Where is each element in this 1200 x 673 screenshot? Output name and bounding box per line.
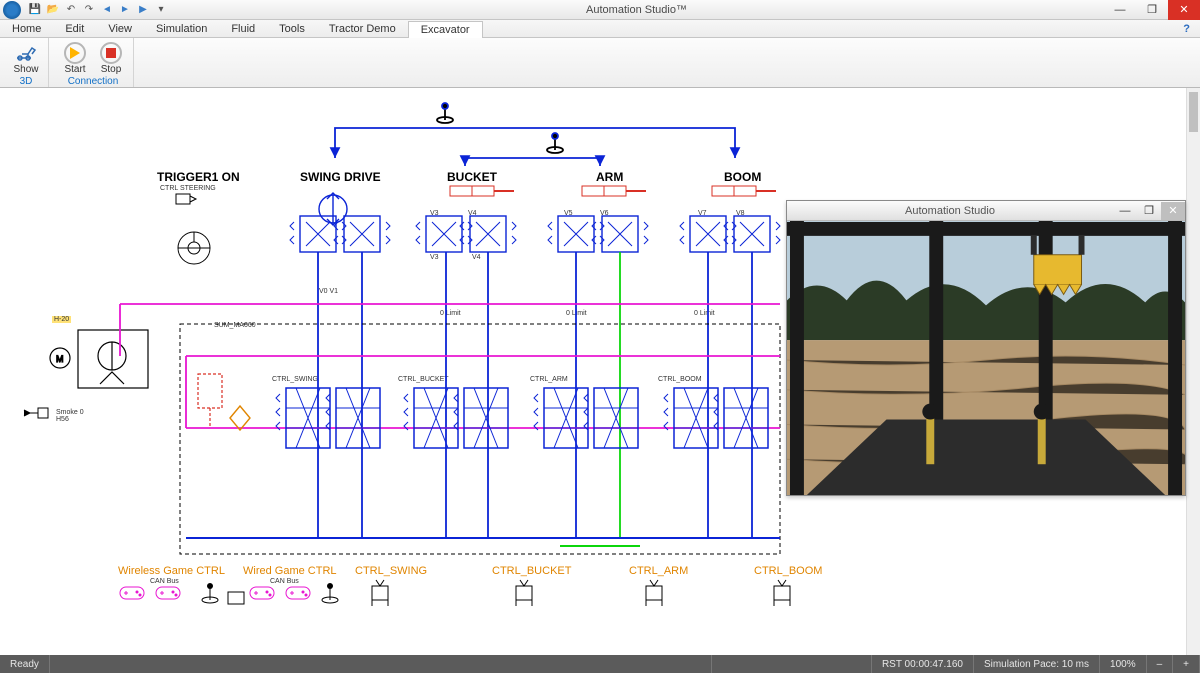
- maximize-button[interactable]: ❐: [1136, 0, 1168, 20]
- tab-excavator[interactable]: Excavator: [408, 21, 483, 38]
- close-button[interactable]: ✕: [1168, 0, 1200, 20]
- group-connection-label: Connection: [68, 76, 119, 87]
- app-logo: [3, 1, 21, 19]
- tab-simulation[interactable]: Simulation: [144, 20, 219, 37]
- play-icon: [64, 42, 86, 64]
- minimize-button[interactable]: —: [1104, 0, 1136, 20]
- sim-3d-maximize[interactable]: ❐: [1137, 202, 1161, 220]
- tab-fluid[interactable]: Fluid: [219, 20, 267, 37]
- qat-prev-icon[interactable]: ◄: [99, 2, 115, 18]
- qat-undo-icon[interactable]: ↶: [63, 2, 79, 18]
- status-pace: Simulation Pace: 10 ms: [974, 655, 1100, 673]
- svg-text:M: M: [56, 354, 64, 364]
- tab-home[interactable]: Home: [0, 20, 53, 37]
- start-label: Start: [64, 64, 85, 75]
- tab-tractor-demo[interactable]: Tractor Demo: [317, 20, 408, 37]
- status-zoom-out[interactable]: –: [1147, 655, 1174, 673]
- status-zoom[interactable]: 100%: [1100, 655, 1147, 673]
- excavator-icon: [15, 42, 37, 64]
- stop-label: Stop: [101, 64, 122, 75]
- qat-next-icon[interactable]: ►: [117, 2, 133, 18]
- stop-button[interactable]: Stop: [95, 42, 127, 75]
- sim-3d-close[interactable]: ✕: [1161, 202, 1185, 220]
- status-zoom-in[interactable]: +: [1173, 655, 1200, 673]
- tab-view[interactable]: View: [96, 20, 144, 37]
- start-button[interactable]: Start: [59, 42, 91, 75]
- show-label: Show: [13, 64, 38, 75]
- sim-3d-window[interactable]: Automation Studio — ❐ ✕: [786, 200, 1186, 496]
- qat-open-icon[interactable]: 📂: [45, 2, 61, 18]
- ribbon-group-connection: Start Stop Connection: [53, 38, 134, 87]
- app-title: Automation Studio™: [169, 4, 1104, 16]
- show-button[interactable]: Show: [10, 42, 42, 75]
- qat-save-icon[interactable]: 💾: [27, 2, 43, 18]
- quick-access-toolbar: 💾 📂 ↶ ↷ ◄ ► ▶ ▾: [27, 2, 169, 18]
- qat-redo-icon[interactable]: ↷: [81, 2, 97, 18]
- titlebar: 💾 📂 ↶ ↷ ◄ ► ▶ ▾ Automation Studio™ — ❐ ✕: [0, 0, 1200, 20]
- group-3d-label: 3D: [20, 76, 33, 87]
- status-ready: Ready: [0, 655, 50, 673]
- ribbon: Show 3D Start Stop Connection: [0, 38, 1200, 88]
- sim-3d-titlebar[interactable]: Automation Studio — ❐ ✕: [787, 201, 1185, 221]
- tab-tools[interactable]: Tools: [267, 20, 317, 37]
- status-blank2: [712, 655, 872, 673]
- sim-3d-title: Automation Studio: [787, 205, 1113, 217]
- help-icon[interactable]: ?: [1173, 20, 1200, 37]
- scroll-thumb[interactable]: [1189, 92, 1198, 132]
- stop-icon: [100, 42, 122, 64]
- tab-edit[interactable]: Edit: [53, 20, 96, 37]
- window-controls: — ❐ ✕: [1104, 0, 1200, 20]
- vertical-scrollbar[interactable]: [1186, 88, 1200, 655]
- status-blank1: [552, 655, 712, 673]
- ribbon-tabs: Home Edit View Simulation Fluid Tools Tr…: [0, 20, 1200, 38]
- ribbon-group-3d: Show 3D: [4, 38, 49, 87]
- status-rst: RST 00:00:47.160: [872, 655, 974, 673]
- qat-run-icon[interactable]: ▶: [135, 2, 151, 18]
- status-bar: Ready RST 00:00:47.160 Simulation Pace: …: [0, 655, 1200, 673]
- sim-3d-minimize[interactable]: —: [1113, 202, 1137, 220]
- sim-3d-viewport[interactable]: [787, 221, 1185, 495]
- qat-more-icon[interactable]: ▾: [153, 2, 169, 18]
